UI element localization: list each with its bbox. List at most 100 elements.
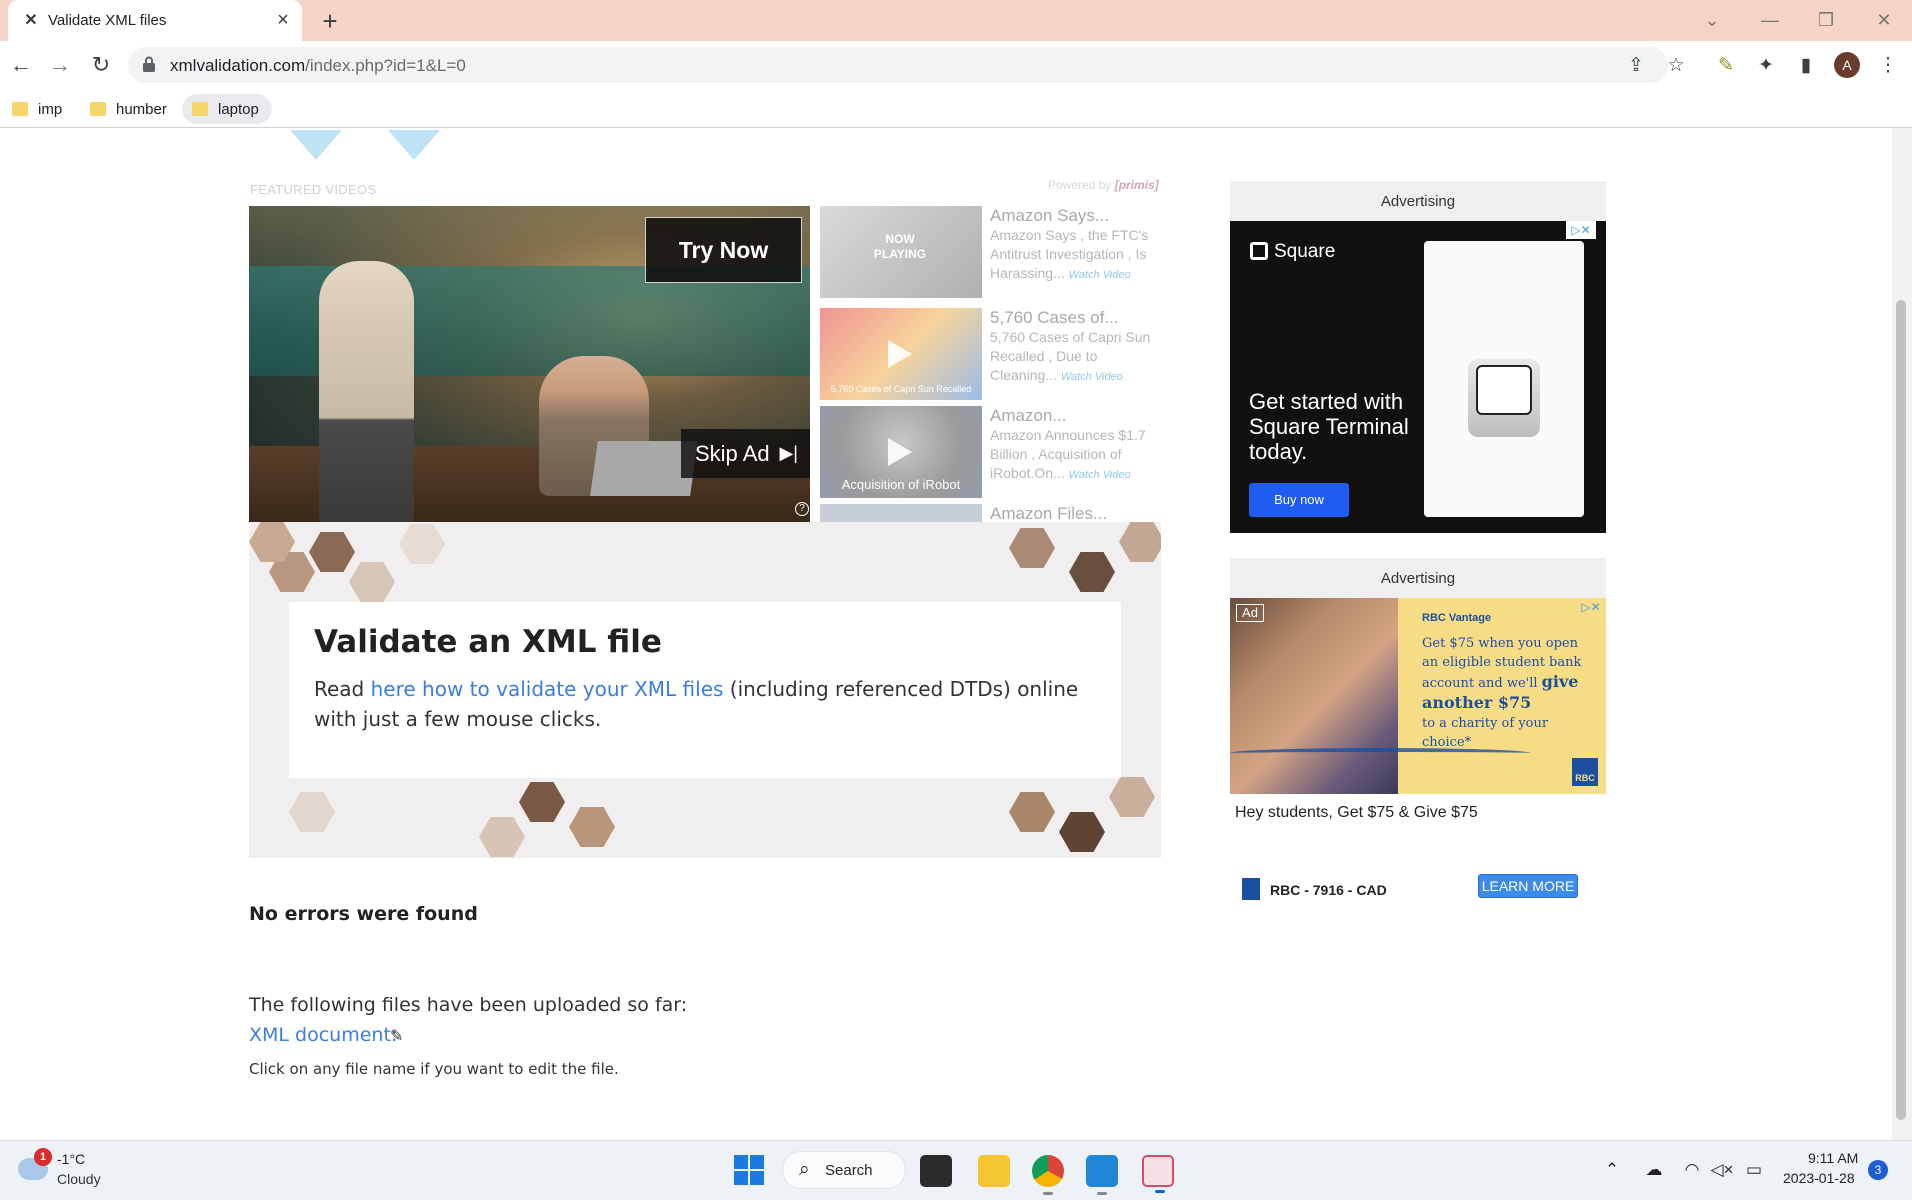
adchoices-icon[interactable]: ▷✕ [1576,598,1606,616]
back-arrow-icon[interactable]: ← [6,51,36,79]
notification-badge[interactable]: 3 [1868,1160,1888,1180]
temperature[interactable]: -1°C [57,1151,85,1167]
hero-pattern-shape [399,524,445,564]
side-panel-icon[interactable]: ▮ [1792,52,1820,80]
volume-muted-icon[interactable]: ◁× [1710,1160,1734,1180]
task-view-icon[interactable] [920,1155,952,1187]
square-brand: Square [1274,241,1336,262]
tab-search-icon[interactable]: ⌄ [1692,6,1732,34]
hero-pattern-shape [349,562,395,602]
scrollbar-thumb[interactable] [1896,300,1906,1120]
vscode-icon[interactable] [1086,1155,1118,1195]
bookmark-laptop[interactable]: laptop [182,94,272,124]
snipping-tool-icon[interactable] [1142,1155,1174,1193]
rbc-logo: RBC [1572,758,1598,786]
hero-text-before: Read [314,677,371,701]
windows-taskbar [0,1140,1912,1200]
file-explorer-icon[interactable] [978,1155,1010,1187]
clock-date[interactable]: 2023-01-28 [1783,1170,1855,1186]
url-text[interactable]: xmlvalidation.com/index.php?id=1&L=0 [170,56,466,76]
bookmark-star-icon[interactable]: ☆ [1662,52,1690,80]
watch-video-link[interactable]: Watch Video [1061,371,1123,383]
rbc-ad[interactable]: Ad RBC Vantage Get $75 when you open an … [1230,598,1606,794]
onedrive-cloud-icon[interactable]: ☁ [1642,1160,1666,1180]
playlist-item[interactable]: 5,760 Cases of Capri Sun Recalled 5,760 … [820,308,1160,404]
learn-more-button[interactable]: LEARN MORE [1478,874,1578,898]
ad-label-box: Advertising [1230,181,1606,221]
thumbnail-caption: Acquisition of iRobot [841,477,961,492]
share-icon[interactable]: ⇪ [1622,52,1650,80]
xml-document-link[interactable]: XML document: [249,1024,397,1046]
battery-icon[interactable]: ▭ [1742,1160,1766,1180]
lock-icon[interactable] [142,56,156,72]
video-thumbnail[interactable]: Acquisition of iRobot [820,406,982,498]
eyedropper-extension-icon[interactable]: ✎ [1712,52,1740,80]
square-logo-icon [1250,242,1268,260]
rbc-ad-caption[interactable]: Hey students, Get $75 & Give $75 [1235,804,1478,822]
more-menu-icon[interactable]: ⋮ [1874,52,1902,80]
bookmark-imp[interactable]: imp [8,94,72,124]
watch-video-link[interactable]: Watch Video [1069,469,1131,481]
page-title: Validate an XML file [314,624,662,660]
playlist-item[interactable]: Acquisition of iRobot Amazon... Amazon A… [820,406,1160,502]
adchoices-icon[interactable]: ▷✕ [1566,221,1596,239]
tab-close-icon[interactable]: × [272,9,294,31]
rbc-shield-icon [1242,878,1260,900]
now-playing-label: NOW PLAYING [873,232,927,261]
wifi-icon[interactable]: ◠ [1680,1160,1704,1180]
weather-alert-badge: 1 [34,1148,52,1166]
watch-video-link[interactable]: Watch Video [1069,269,1131,281]
tab-title: Validate XML files [48,12,167,29]
bookmark-label: laptop [218,101,259,118]
powered-by-prefix: Powered by [1048,178,1112,192]
try-now-button[interactable]: Try Now [645,217,802,283]
windows-start-icon[interactable] [734,1155,764,1185]
restore-button[interactable]: ❐ [1806,6,1846,34]
playlist-item[interactable]: Amazon Files... [820,504,1160,522]
reload-icon[interactable]: ↻ [86,51,116,79]
forward-arrow-icon[interactable]: → [45,51,75,79]
playlist-title: Amazon Files... [990,504,1108,522]
new-tab-button[interactable]: + [316,8,344,36]
video-thumbnail[interactable]: NOW PLAYING [820,206,982,298]
how-to-validate-link[interactable]: here how to validate your XML files [371,677,724,701]
buy-now-button[interactable]: Buy now [1249,483,1349,517]
video-thumbnail[interactable]: 5,760 Cases of Capri Sun Recalled [820,308,982,400]
bookmark-label: imp [38,101,63,118]
weather-condition[interactable]: Cloudy [57,1171,101,1187]
skip-ad-label: Skip Ad [695,441,770,466]
bookmark-humber[interactable]: humber [86,94,176,124]
clock-time[interactable]: 9:11 AM [1808,1150,1858,1166]
close-window-button[interactable]: ✕ [1864,6,1904,34]
site-logo-part [388,130,440,160]
hero-pattern-shape [1109,777,1155,817]
playlist-item[interactable]: NOW PLAYING Amazon Says... Amazon Says ,… [820,206,1160,302]
extensions-puzzle-icon[interactable]: ✦ [1752,52,1780,80]
playlist-description: Amazon Says , the FTC's Antitrust Invest… [990,226,1160,285]
terminal-screen [1476,365,1532,415]
chrome-icon[interactable] [1032,1155,1064,1195]
x-logo-icon: ✕ [24,12,38,29]
hero-pattern-shape [519,782,565,822]
hero-pattern-shape [309,532,355,572]
video-help-icon[interactable]: ? [795,502,809,516]
square-ad[interactable]: Square Get started with Square Terminal … [1230,221,1606,533]
edit-hint: Click on any file name if you want to ed… [249,1060,619,1078]
thumbnail-caption: 5,760 Cases of Capri Sun Recalled [830,384,972,394]
browser-tab[interactable]: ✕ Validate XML files × [8,0,302,41]
folder-icon [192,102,208,116]
page-viewport: FEATURED VIDEOS Powered by [primis] NOW … [0,128,1892,1140]
taskbar-search[interactable]: ⌕ Search [782,1151,906,1189]
chevron-up-icon[interactable]: ⌃ [1600,1160,1624,1180]
skip-ad-button[interactable]: Skip Ad ▶| [681,429,810,478]
profile-avatar[interactable]: A [1834,52,1860,78]
video-thumbnail[interactable] [820,504,982,522]
powered-by[interactable]: Powered by [primis] [1048,178,1159,192]
site-logo[interactable] [290,130,342,160]
playlist-description: Amazon Announces $1.7 Billion , Acquisit… [990,426,1160,485]
bookmark-label: humber [116,101,167,118]
hero-pattern-shape [569,807,615,847]
square-logo: Square [1250,241,1335,263]
uploaded-files-intro: The following files have been uploaded s… [249,994,688,1016]
minimize-button[interactable]: — [1750,6,1790,34]
